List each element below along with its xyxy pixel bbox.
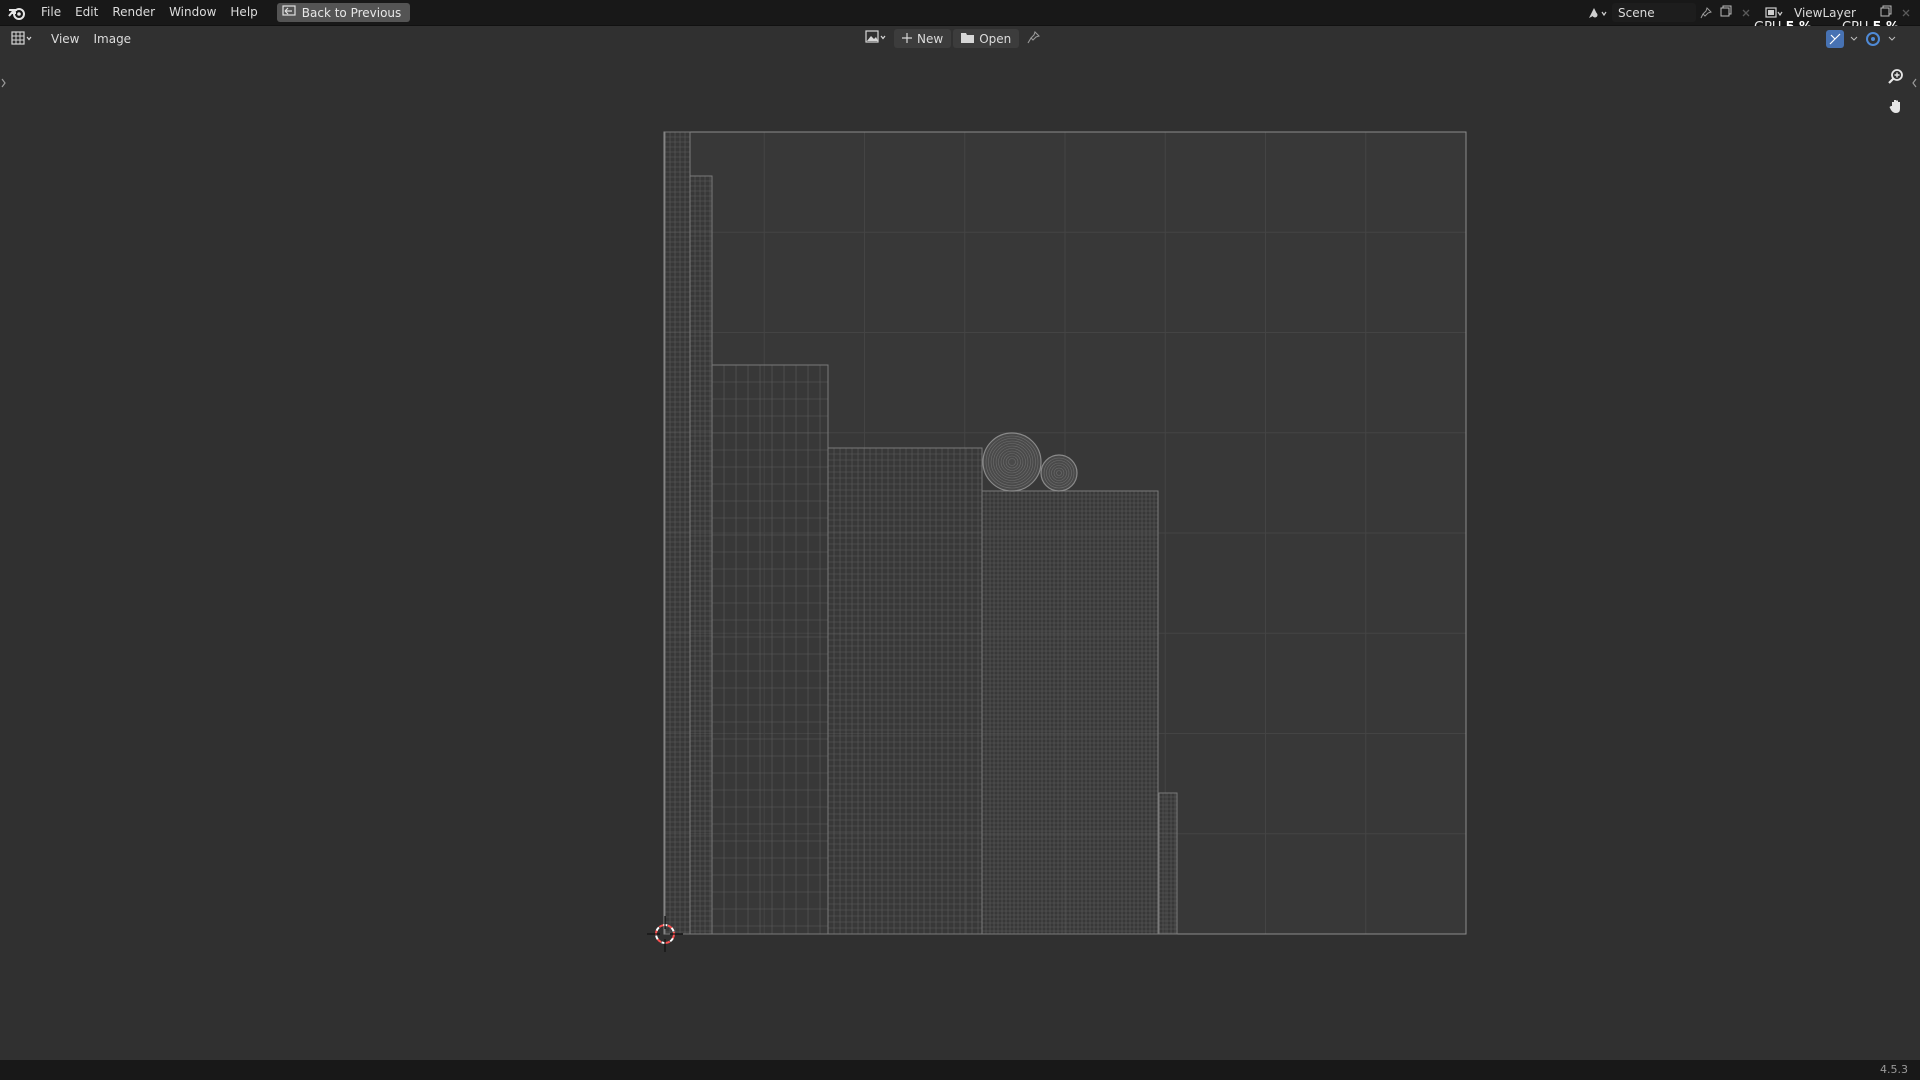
back-to-previous-label: Back to Previous [301, 5, 402, 20]
uv-island-disc-small [1040, 454, 1078, 492]
scene-icon[interactable] [1584, 3, 1612, 22]
uv-sync-icon[interactable] [1826, 30, 1844, 48]
pin-icon [1027, 30, 1041, 47]
uv-island-disc-large [982, 432, 1042, 492]
chevron-down-icon[interactable] [1888, 36, 1896, 42]
sidebar-toggle[interactable] [1910, 76, 1918, 90]
open-image-label: Open [979, 31, 1012, 46]
menu-help[interactable]: Help [223, 0, 264, 25]
menu-edit[interactable]: Edit [68, 0, 105, 25]
menu-view[interactable]: View [44, 27, 86, 52]
image-icon [865, 30, 889, 47]
uv-editor-header: View Image New Open [0, 26, 1920, 52]
image-controls: New Open [862, 29, 1046, 48]
menu-render[interactable]: Render [105, 0, 162, 25]
menu-image[interactable]: Image [86, 27, 138, 52]
uv-grid-canvas[interactable] [0, 52, 1920, 1060]
back-to-previous-button[interactable]: Back to Previous [276, 3, 411, 22]
new-image-button[interactable]: New [894, 29, 952, 48]
new-image-label: New [917, 31, 944, 46]
pin-image-button[interactable] [1021, 29, 1046, 48]
menu-file[interactable]: File [34, 0, 68, 25]
duplicate-icon [1880, 5, 1892, 20]
editor-type-button[interactable] [6, 30, 38, 49]
hand-pan-icon[interactable] [1882, 92, 1910, 120]
chevron-down-icon[interactable] [1850, 36, 1858, 42]
toolbar-toggle[interactable] [0, 76, 8, 90]
duplicate-icon [1720, 5, 1732, 20]
image-browse-button[interactable] [862, 29, 892, 48]
header-right-tools [1826, 30, 1896, 48]
scene-name-field[interactable]: Scene [1612, 3, 1696, 22]
back-to-previous-icon [282, 5, 296, 20]
overlay-icon[interactable] [1864, 30, 1882, 48]
folder-icon [961, 32, 975, 46]
uv-editor-icon [10, 30, 34, 48]
plus-icon [902, 32, 912, 46]
open-image-button[interactable]: Open [953, 29, 1020, 48]
menu-window[interactable]: Window [162, 0, 223, 25]
uv-viewport[interactable] [0, 52, 1920, 1060]
close-icon[interactable] [1736, 3, 1756, 22]
version-label: 4.5.3 [1880, 1063, 1908, 1076]
pin-icon[interactable] [1696, 3, 1716, 22]
status-bar: 4.5.3 [0, 1060, 1920, 1080]
new-scene-button[interactable] [1716, 3, 1736, 22]
blender-logo-icon[interactable] [0, 0, 34, 25]
top-bar: File Edit Render Window Help Back to Pre… [0, 0, 1920, 26]
scene-selector: Scene [1584, 2, 1756, 23]
zoom-icon[interactable] [1882, 62, 1910, 90]
main-menu: File Edit Render Window Help [34, 0, 265, 25]
